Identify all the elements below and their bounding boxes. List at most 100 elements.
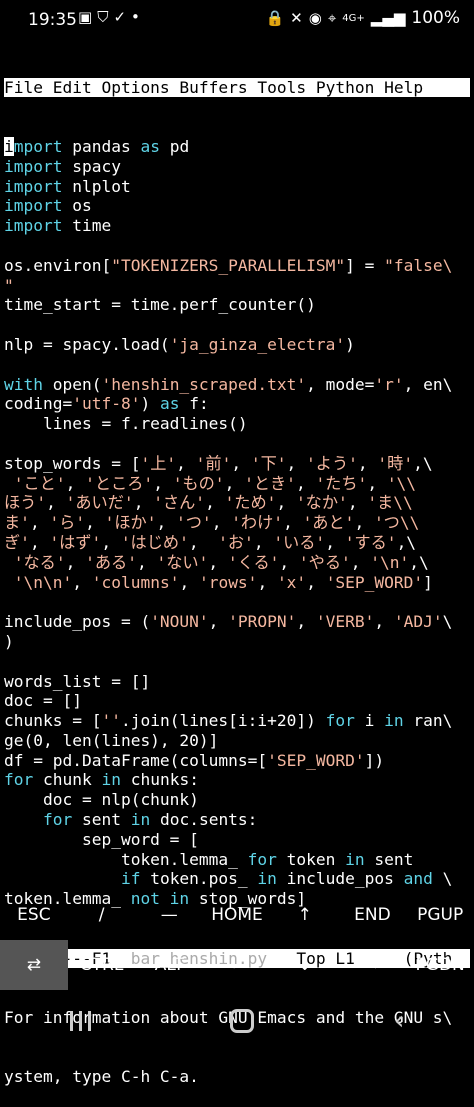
code-token: 'henshin_scraped.txt'	[101, 374, 307, 394]
extra-key-alt[interactable]: ALT	[135, 940, 203, 990]
extra-key-[interactable]: /	[68, 890, 136, 940]
extra-key-[interactable]: ↓	[271, 940, 339, 990]
code-token: )	[140, 394, 160, 414]
code-line[interactable]: lines = f.readlines()	[4, 414, 470, 434]
code-line[interactable]	[4, 236, 470, 256]
code-line[interactable]: coding='utf-8') as f:	[4, 394, 470, 414]
code-token: 'utf-8'	[72, 394, 141, 414]
extra-key-[interactable]: ↑	[271, 890, 339, 940]
code-line[interactable]: time_start = time.perf_counter()	[4, 295, 470, 315]
code-line[interactable]: for chunk in chunks:	[4, 770, 470, 790]
extra-key-[interactable]: ⇄	[0, 940, 68, 990]
code-token: ,	[101, 532, 121, 552]
code-line[interactable]: if token.pos_ in include_pos and \	[4, 869, 470, 889]
echo-line-2: ystem, type C-h C-a.	[4, 1067, 199, 1087]
code-line[interactable]: stop_words = ['上', '前', '下', 'よう', '時',\	[4, 454, 470, 474]
extra-key-[interactable]: →	[339, 940, 407, 990]
code-line[interactable]: include_pos = ('NOUN', 'PROPN', 'VERB', …	[4, 612, 470, 632]
code-token: 'はじめ'	[120, 532, 189, 552]
code-token: import	[4, 216, 63, 236]
code-line[interactable]: ま', 'ら', 'ほか', 'つ', 'わけ', 'あと', 'つ\\	[4, 513, 470, 533]
extra-key-home[interactable]: HOME	[203, 890, 271, 940]
code-token: sep_word = [	[4, 829, 199, 849]
code-line[interactable]	[4, 652, 470, 672]
code-token: import	[4, 176, 63, 196]
code-token: 'VERB'	[315, 612, 375, 632]
code-token: as	[159, 394, 180, 414]
extra-key-[interactable]: ←	[203, 940, 271, 990]
extra-key-esc[interactable]: ESC	[0, 890, 68, 940]
code-token: sent	[72, 810, 131, 830]
text-cursor: i	[4, 136, 14, 156]
recents-button[interactable]	[69, 1011, 91, 1031]
code-line[interactable]: nlp = spacy.load('ja_ginza_electra')	[4, 335, 470, 355]
code-token: if	[120, 869, 141, 889]
code-token: ,	[224, 473, 245, 493]
code-line[interactable]: ほう', 'あいだ', 'さん', 'ため', 'なか', 'ま\\	[4, 493, 470, 513]
code-line[interactable]: import os	[4, 196, 470, 216]
code-token: 'NOUN'	[150, 612, 209, 632]
code-token: df = pd.DataFrame(columns=[	[4, 750, 268, 770]
code-line[interactable]: os.environ["TOKENIZERS_PARALLELISM"] = "…	[4, 256, 470, 276]
code-token: doc.sents:	[150, 810, 258, 830]
code-token: ,	[65, 552, 86, 572]
code-line[interactable]: sep_word = [	[4, 830, 470, 850]
code-line[interactable]: 'なる', 'ある', 'ない', 'くる', 'やる', '\n',\	[4, 553, 470, 573]
code-line[interactable]: chunks = [''.join(lines[i:i+20]) for i i…	[4, 711, 470, 731]
code-line[interactable]	[4, 434, 470, 454]
code-line[interactable]: import spacy	[4, 157, 470, 177]
code-token: 'ら'	[49, 513, 86, 533]
code-token: ,\	[409, 552, 429, 572]
code-line[interactable]	[4, 315, 470, 335]
code-line[interactable]: doc = []	[4, 691, 470, 711]
code-line[interactable]: "	[4, 276, 470, 296]
code-line[interactable]: '\n\n', 'columns', 'rows', 'x', 'SEP_WOR…	[4, 573, 470, 593]
code-token: import	[4, 196, 63, 216]
menu-bar[interactable]: File Edit Options Buffers Tools Python H…	[4, 77, 470, 98]
code-line[interactable]: )	[4, 632, 470, 652]
home-button[interactable]	[230, 1009, 255, 1033]
code-line[interactable]: import nlplot	[4, 177, 470, 197]
code-token: '時'	[377, 453, 414, 473]
back-button[interactable]: ‹	[394, 1006, 404, 1036]
code-token: 'くる'	[227, 552, 280, 572]
code-line[interactable]: 'こと', 'ところ', 'もの', 'とき', 'たち', '\\	[4, 474, 470, 494]
extra-key-[interactable]: —	[135, 890, 203, 940]
code-token: 'rows'	[198, 572, 258, 592]
code-token: "	[4, 275, 14, 295]
code-line[interactable]: import pandas as pd	[4, 136, 470, 157]
code-token: token.pos_	[140, 869, 258, 889]
extra-key-pgdn[interactable]: PGDN	[406, 940, 474, 990]
code-token: \	[432, 869, 453, 889]
code-line[interactable]: token.lemma_ for token in sent	[4, 850, 470, 870]
code-line[interactable]: df = pd.DataFrame(columns=['SEP_WORD'])	[4, 751, 470, 771]
code-line[interactable]	[4, 592, 470, 612]
code-line[interactable]	[4, 355, 470, 375]
code-token: open(	[42, 374, 102, 394]
code-token: in	[257, 869, 277, 889]
code-line[interactable]: with open('henshin_scraped.txt', mode='r…	[4, 375, 470, 395]
code-token: 'PROPN'	[228, 612, 297, 632]
code-line[interactable]: for sent in doc.sents:	[4, 810, 470, 830]
code-token: token	[276, 849, 346, 869]
code-line[interactable]: words_list = []	[4, 672, 470, 692]
code-line[interactable]: ぎ', 'はず', 'はじめ', 'お', 'いる', 'する',\	[4, 533, 470, 553]
code-line[interactable]: ge(0, len(lines), 20)]	[4, 731, 470, 751]
code-token: 'SEP_WORD'	[325, 572, 424, 592]
code-token: 'なる'	[4, 552, 66, 572]
code-token: ,	[367, 473, 387, 493]
code-token: token.lemma_	[4, 849, 248, 869]
extra-key-end[interactable]: END	[339, 890, 407, 940]
extra-key-pgup[interactable]: PGUP	[406, 890, 474, 940]
code-line[interactable]: doc = nlp(chunk)	[4, 790, 470, 810]
code-token: ,	[179, 572, 199, 592]
code-line[interactable]: import time	[4, 216, 470, 236]
code-token: 'さん'	[153, 493, 206, 513]
code-token: os.environ[	[4, 255, 112, 275]
code-buffer[interactable]: import pandas as pd import spacy import nl…	[4, 136, 470, 909]
code-token: , mode=	[306, 374, 375, 394]
extra-key-ctrl[interactable]: CTRL	[68, 940, 136, 990]
code-token: in	[384, 711, 404, 731]
code-token: 'いる'	[273, 532, 326, 552]
code-token: ,	[65, 473, 86, 493]
